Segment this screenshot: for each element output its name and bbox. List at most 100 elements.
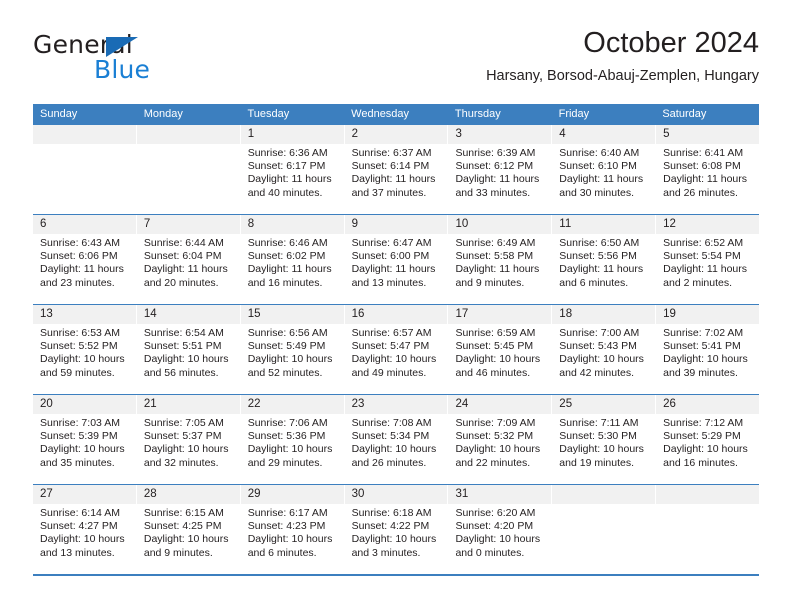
calendar-day-cell-empty: [656, 485, 760, 574]
day-details: Sunrise: 6:40 AM Sunset: 6:10 PM Daylight:…: [552, 144, 655, 200]
sunset-text: Sunset: 5:43 PM: [559, 340, 637, 353]
calendar-day-cell[interactable]: 5 Sunrise: 6:41 AM Sunset: 6:08 PM Daylight…: [656, 125, 760, 214]
daylight-text: Daylight: 11 hours and 13 minutes.: [351, 263, 436, 289]
sunset-text: Sunset: 5:49 PM: [247, 340, 326, 353]
sunrise-text: Sunrise: 6:53 AM: [40, 327, 120, 339]
calendar-day-cell[interactable]: 30 Sunrise: 6:18 AM Sunset: 4:22 PM Dayligh…: [344, 485, 449, 574]
day-number: 3: [448, 125, 552, 144]
daylight-text: Daylight: 11 hours and 40 minutes.: [247, 173, 332, 199]
calendar-day-cell[interactable]: 31 Sunrise: 6:20 AM Sunset: 4:20 PM Dayligh…: [448, 485, 553, 574]
sunrise-text: Sunrise: 6:49 AM: [455, 237, 536, 249]
calendar-day-cell[interactable]: 4 Sunrise: 6:40 AM Sunset: 6:10 PM Daylight…: [552, 125, 657, 214]
sunset-text: Sunset: 5:39 PM: [40, 430, 118, 443]
calendar-day-cell[interactable]: 2 Sunrise: 6:37 AM Sunset: 6:14 PM Daylight…: [344, 125, 449, 214]
sunrise-text: Sunrise: 6:36 AM: [247, 147, 328, 159]
weekday-header-monday: Monday: [143, 108, 183, 120]
day-details: Sunrise: 6:44 AM Sunset: 6:04 PM Daylight:…: [137, 234, 240, 290]
day-number: [656, 485, 760, 504]
daylight-text: Daylight: 11 hours and 23 minutes.: [40, 263, 124, 289]
daylight-text: Daylight: 10 hours and 0 minutes.: [455, 533, 541, 559]
calendar-day-cell[interactable]: 19 Sunrise: 7:02 AM Sunset: 5:41 PM Dayligh…: [656, 305, 760, 394]
day-details: Sunrise: 6:50 AM Sunset: 5:56 PM Daylight:…: [552, 234, 655, 290]
day-number: [33, 125, 136, 144]
weekday-header-sunday: Sunday: [40, 108, 78, 120]
day-details: Sunrise: 6:14 AM Sunset: 4:27 PM Daylight:…: [33, 504, 136, 560]
day-number: 19: [656, 305, 760, 324]
day-number: 15: [240, 305, 344, 324]
calendar-day-cell[interactable]: 6 Sunrise: 6:43 AM Sunset: 6:06 PM Daylight…: [33, 215, 137, 304]
day-details: Sunrise: 6:47 AM Sunset: 6:00 PM Daylight:…: [345, 234, 448, 290]
sunrise-text: Sunrise: 6:43 AM: [40, 237, 120, 249]
sunrise-text: Sunrise: 6:59 AM: [455, 327, 536, 339]
sunrise-text: Sunrise: 7:03 AM: [40, 417, 120, 429]
calendar-day-cell[interactable]: 15 Sunrise: 6:56 AM Sunset: 5:49 PM Dayligh…: [240, 305, 345, 394]
day-number: 16: [344, 305, 448, 324]
sunset-text: Sunset: 6:08 PM: [663, 160, 741, 173]
calendar-day-cell[interactable]: 1 Sunrise: 6:36 AM Sunset: 6:17 PM Daylight…: [240, 125, 345, 214]
calendar-day-cell[interactable]: 8 Sunrise: 6:46 AM Sunset: 6:02 PM Daylight…: [240, 215, 345, 304]
sunrise-text: Sunrise: 6:14 AM: [40, 507, 120, 519]
daylight-text: Daylight: 10 hours and 9 minutes.: [143, 533, 229, 559]
calendar-day-cell[interactable]: 17 Sunrise: 6:59 AM Sunset: 5:45 PM Dayligh…: [448, 305, 553, 394]
day-details: Sunrise: 6:49 AM Sunset: 5:58 PM Daylight:…: [448, 234, 551, 290]
daylight-text: Daylight: 10 hours and 35 minutes.: [40, 443, 125, 469]
calendar-day-cell[interactable]: 9 Sunrise: 6:47 AM Sunset: 6:00 PM Daylight…: [344, 215, 449, 304]
day-details: Sunrise: 7:02 AM Sunset: 5:41 PM Daylight:…: [656, 324, 759, 380]
calendar-day-cell[interactable]: 3 Sunrise: 6:39 AM Sunset: 6:12 PM Daylight…: [448, 125, 553, 214]
calendar-day-cell[interactable]: 22 Sunrise: 7:06 AM Sunset: 5:36 PM Dayligh…: [240, 395, 345, 484]
day-number: 11: [552, 215, 656, 234]
sunrise-text: Sunrise: 6:52 AM: [663, 237, 744, 249]
sunrise-text: Sunrise: 7:11 AM: [559, 417, 639, 429]
daylight-text: Daylight: 10 hours and 26 minutes.: [351, 443, 437, 469]
calendar-day-cell[interactable]: 12 Sunrise: 6:52 AM Sunset: 5:54 PM Dayligh…: [656, 215, 760, 304]
sunset-text: Sunset: 5:34 PM: [351, 430, 430, 443]
sunset-text: Sunset: 6:02 PM: [247, 250, 326, 263]
sunrise-text: Sunrise: 6:56 AM: [247, 327, 328, 339]
sunrise-text: Sunrise: 7:00 AM: [559, 327, 640, 339]
sunrise-text: Sunrise: 6:47 AM: [351, 237, 432, 249]
sunset-text: Sunset: 5:32 PM: [455, 430, 534, 443]
sunrise-text: Sunrise: 6:46 AM: [247, 237, 328, 249]
calendar-day-cell[interactable]: 24 Sunrise: 7:09 AM Sunset: 5:32 PM Dayligh…: [448, 395, 553, 484]
daylight-text: Daylight: 11 hours and 20 minutes.: [143, 263, 228, 289]
calendar-day-cell[interactable]: 11 Sunrise: 6:50 AM Sunset: 5:56 PM Dayligh…: [552, 215, 657, 304]
sunset-text: Sunset: 5:52 PM: [40, 340, 118, 353]
calendar-day-cell[interactable]: 23 Sunrise: 7:08 AM Sunset: 5:34 PM Dayligh…: [344, 395, 449, 484]
calendar-page: General Blue October 2024 Harsany, Borso…: [0, 0, 792, 612]
daylight-text: Daylight: 10 hours and 6 minutes.: [247, 533, 333, 559]
day-number: 2: [344, 125, 448, 144]
daylight-text: Daylight: 10 hours and 16 minutes.: [663, 443, 748, 469]
day-number: 29: [240, 485, 344, 504]
daylight-text: Daylight: 10 hours and 19 minutes.: [559, 443, 644, 469]
day-details: Sunrise: 7:08 AM Sunset: 5:34 PM Daylight:…: [345, 414, 448, 470]
calendar-day-cell[interactable]: 20 Sunrise: 7:03 AM Sunset: 5:39 PM Dayligh…: [33, 395, 137, 484]
calendar-day-cell[interactable]: 13 Sunrise: 6:53 AM Sunset: 5:52 PM Dayligh…: [33, 305, 137, 394]
calendar-day-cell[interactable]: 10 Sunrise: 6:49 AM Sunset: 5:58 PM Dayligh…: [448, 215, 553, 304]
day-number: 25: [552, 395, 656, 414]
day-number: 26: [656, 395, 760, 414]
calendar-day-cell[interactable]: 7 Sunrise: 6:44 AM Sunset: 6:04 PM Daylight…: [136, 215, 241, 304]
calendar-day-cell[interactable]: 29 Sunrise: 6:17 AM Sunset: 4:23 PM Dayligh…: [240, 485, 345, 574]
calendar-day-cell[interactable]: 26 Sunrise: 7:12 AM Sunset: 5:29 PM Dayligh…: [656, 395, 760, 484]
day-number: 8: [240, 215, 344, 234]
sunset-text: Sunset: 6:00 PM: [351, 250, 430, 263]
sunrise-text: Sunrise: 6:50 AM: [559, 237, 640, 249]
calendar-day-cell[interactable]: 14 Sunrise: 6:54 AM Sunset: 5:51 PM Dayligh…: [136, 305, 241, 394]
calendar-day-cell[interactable]: 28 Sunrise: 6:15 AM Sunset: 4:25 PM Dayligh…: [136, 485, 241, 574]
calendar-day-cell[interactable]: 25 Sunrise: 7:11 AM Sunset: 5:30 PM Dayligh…: [552, 395, 657, 484]
day-details: Sunrise: 6:18 AM Sunset: 4:22 PM Daylight:…: [345, 504, 448, 560]
calendar-week-row: 1 Sunrise: 6:36 AM Sunset: 6:17 PM Daylight…: [33, 125, 760, 214]
calendar-day-cell[interactable]: 18 Sunrise: 7:00 AM Sunset: 5:43 PM Dayligh…: [552, 305, 657, 394]
generalblue-logo[interactable]: General Blue: [33, 30, 263, 90]
calendar-day-cell-empty: [136, 125, 241, 214]
calendar-day-cell[interactable]: 21 Sunrise: 7:05 AM Sunset: 5:37 PM Dayligh…: [136, 395, 241, 484]
day-details: Sunrise: 6:41 AM Sunset: 6:08 PM Daylight:…: [656, 144, 759, 200]
sunset-text: Sunset: 4:22 PM: [351, 520, 430, 533]
sunset-text: Sunset: 5:58 PM: [455, 250, 534, 263]
daylight-text: Daylight: 11 hours and 37 minutes.: [351, 173, 436, 199]
daylight-text: Daylight: 11 hours and 30 minutes.: [559, 173, 644, 199]
calendar-day-cell[interactable]: 16 Sunrise: 6:57 AM Sunset: 5:47 PM Dayligh…: [344, 305, 449, 394]
day-details: Sunrise: 6:20 AM Sunset: 4:20 PM Daylight:…: [448, 504, 551, 560]
calendar-day-cell[interactable]: 27 Sunrise: 6:14 AM Sunset: 4:27 PM Dayligh…: [33, 485, 137, 574]
day-details: Sunrise: 6:56 AM Sunset: 5:49 PM Daylight:…: [241, 324, 344, 380]
